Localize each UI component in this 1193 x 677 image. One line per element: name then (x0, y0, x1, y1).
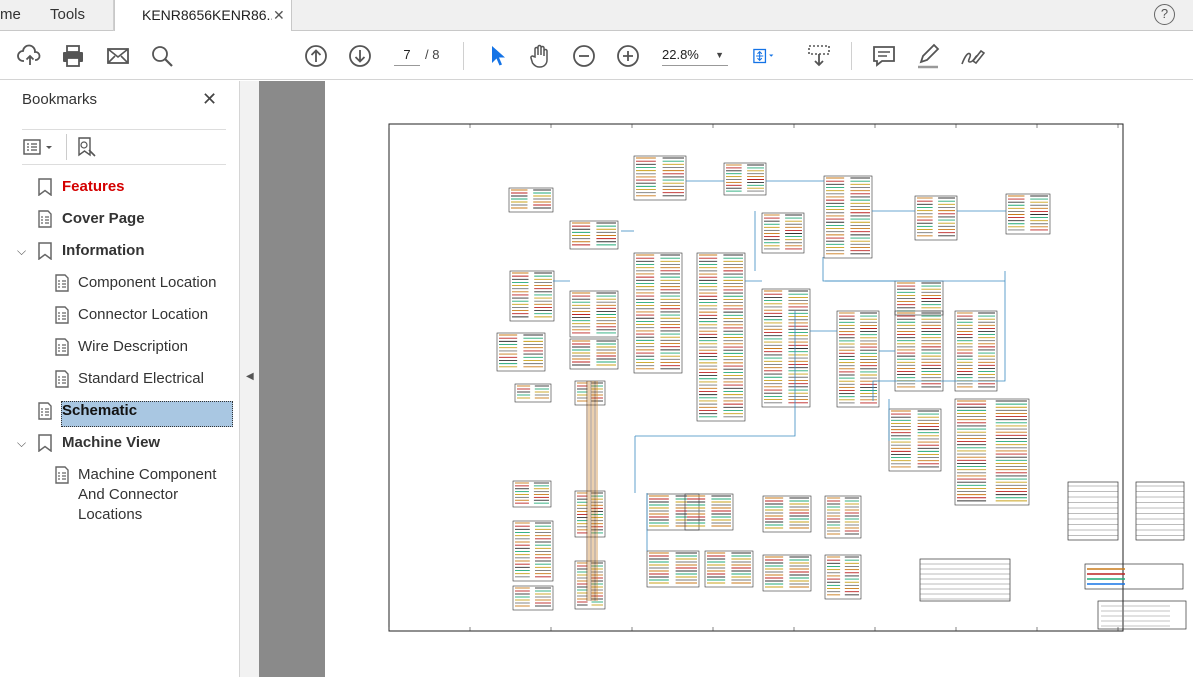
acrobat-window: me Tools KENR8656KENR86... ✕ ? 7 / 8 22.… (0, 0, 1193, 677)
bookmarks-toolbar (22, 129, 226, 165)
bookmark-component-location[interactable]: Component Location (78, 273, 216, 293)
bookmark-page-icon (38, 402, 52, 420)
printer-icon[interactable] (60, 43, 86, 69)
chevron-down-icon: ▼ (715, 50, 724, 60)
cloud-upload-icon[interactable] (17, 43, 43, 69)
sign-icon[interactable] (959, 43, 986, 69)
bookmark-information[interactable]: Information (62, 241, 145, 261)
close-icon[interactable]: ✕ (202, 89, 217, 110)
bookmark-wire-description[interactable]: Wire Description (78, 337, 188, 357)
document-view[interactable] (259, 81, 1193, 677)
tab-document[interactable]: KENR8656KENR86... ✕ (114, 0, 292, 32)
toolbar-divider (463, 42, 464, 70)
bookmark-schematic[interactable]: Schematic (62, 401, 137, 421)
scroll-mode-icon[interactable] (806, 43, 832, 69)
plus-circle-icon[interactable] (615, 43, 641, 69)
bookmark-page-icon (55, 338, 69, 356)
bookmark-cover-page[interactable]: Cover Page (62, 209, 145, 229)
tab-bar: me Tools KENR8656KENR86... ✕ ? (0, 0, 1193, 32)
arrow-down-circle-icon[interactable] (347, 43, 373, 69)
bookmark-page-icon (55, 370, 69, 388)
minus-circle-icon[interactable] (571, 43, 597, 69)
comment-icon[interactable] (871, 43, 897, 69)
arrow-up-circle-icon[interactable] (303, 43, 329, 69)
zoom-level-value: 22.8% (662, 47, 699, 62)
tab-document-title: KENR8656KENR86... (142, 7, 272, 23)
tab-tools[interactable]: Tools (22, 0, 114, 31)
bookmark-page-icon (55, 466, 69, 484)
bookmark-connector-location[interactable]: Connector Location (78, 305, 208, 325)
zoom-level-select[interactable]: 22.8% ▼ (662, 44, 728, 66)
close-icon[interactable]: ✕ (273, 0, 285, 30)
panel-collapse-bar[interactable]: ◀ (239, 81, 259, 677)
fit-page-icon[interactable] (751, 43, 787, 69)
bookmark-standard-electrical[interactable]: Standard Electrical (78, 369, 204, 389)
page-number-input[interactable]: 7 (394, 44, 420, 66)
bookmarks-title: Bookmarks (22, 91, 98, 108)
bookmark-machine-component-locations[interactable]: Machine Component And Connector Location… (78, 465, 216, 525)
collapse-arrow-icon[interactable]: ◀ (246, 371, 254, 382)
help-icon[interactable]: ? (1154, 4, 1175, 25)
options-menu-icon[interactable] (22, 137, 58, 159)
tab-home[interactable]: me (0, 0, 21, 31)
chevron-down-icon[interactable]: ⌵ (17, 436, 26, 451)
toolbar: 7 / 8 22.8% ▼ (0, 31, 1193, 80)
chevron-down-icon[interactable]: ⌵ (17, 244, 26, 259)
toolbar-divider (851, 42, 852, 70)
page-total: / 8 (425, 47, 440, 62)
bookmark-machine-view[interactable]: Machine View (62, 433, 160, 453)
bookmark-icon (38, 434, 52, 452)
cursor-icon[interactable] (484, 43, 510, 69)
new-bookmark-icon[interactable] (76, 136, 98, 160)
bookmark-features[interactable]: Features (62, 177, 125, 197)
bookmark-page-icon (55, 274, 69, 292)
bookmark-icon (38, 242, 52, 260)
bookmark-icon (38, 178, 52, 196)
bookmark-page-icon (55, 306, 69, 324)
bookmarks-panel: Bookmarks ✕ Features Cover Page ⌵ Inform… (0, 81, 239, 677)
envelope-icon[interactable] (105, 43, 131, 69)
magnifier-icon[interactable] (149, 43, 175, 69)
toolbar-divider (66, 134, 67, 160)
pdf-page (325, 81, 1193, 677)
hand-icon[interactable] (527, 43, 553, 69)
schematic-drawing (388, 123, 1187, 632)
bookmark-page-icon (38, 210, 52, 228)
pen-icon[interactable] (915, 43, 941, 69)
